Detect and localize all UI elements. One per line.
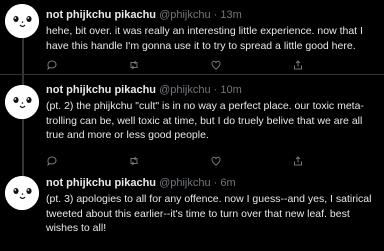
share-icon <box>294 60 302 70</box>
retweet-button[interactable] <box>128 155 140 167</box>
timestamp[interactable]: 6m <box>220 177 235 189</box>
tweet-text: hehe, bit over. it was really an interes… <box>46 25 363 52</box>
pikachu-avatar-icon <box>5 4 39 38</box>
like-icon <box>211 60 221 70</box>
retweet-icon <box>130 60 138 70</box>
tweet-actions <box>46 59 376 73</box>
display-name[interactable]: not phijkchu pikachu <box>46 177 156 189</box>
tweet-text: (pt. 2) the phijkchu "cult" is in no way… <box>46 100 364 141</box>
handle[interactable]: @phijkchu <box>159 84 211 96</box>
display-name[interactable]: not phijkchu pikachu <box>46 84 156 96</box>
avatar[interactable] <box>5 85 39 119</box>
tweet-actions <box>46 155 376 169</box>
reply-icon <box>47 156 57 167</box>
share-button[interactable] <box>292 59 304 71</box>
share-icon <box>294 156 302 166</box>
like-button[interactable] <box>210 155 222 167</box>
pikachu-avatar-icon <box>5 176 39 210</box>
tweet[interactable]: not phijkchu pikachu @phijkchu · 13m heh… <box>0 0 384 62</box>
reply-button[interactable] <box>46 155 58 167</box>
separator: · <box>213 177 218 189</box>
tweet-text: (pt. 3) apologies to all for any offence… <box>46 193 372 234</box>
reply-button[interactable] <box>46 59 58 71</box>
tweet[interactable]: not phijkchu pikachu @phijkchu · 6m (pt.… <box>0 168 384 251</box>
timestamp[interactable]: 10m <box>220 84 241 96</box>
tweet-header: not phijkchu pikachu @phijkchu · 6m <box>46 177 236 189</box>
avatar[interactable] <box>5 4 39 38</box>
tweet-header: not phijkchu pikachu @phijkchu · 13m <box>46 9 242 21</box>
tweet[interactable]: not phijkchu pikachu @phijkchu · 10m (pt… <box>0 78 384 164</box>
like-button[interactable] <box>210 59 222 71</box>
share-button[interactable] <box>292 155 304 167</box>
retweet-icon <box>130 156 138 166</box>
handle[interactable]: @phijkchu <box>159 177 211 189</box>
timestamp[interactable]: 13m <box>220 9 241 21</box>
separator: · <box>213 84 218 96</box>
reply-icon <box>47 60 57 71</box>
retweet-button[interactable] <box>128 59 140 71</box>
like-icon <box>211 156 221 166</box>
avatar[interactable] <box>5 176 39 210</box>
tweet-header: not phijkchu pikachu @phijkchu · 10m <box>46 84 242 96</box>
separator: · <box>213 9 218 21</box>
handle[interactable]: @phijkchu <box>159 9 211 21</box>
divider <box>0 74 384 75</box>
display-name[interactable]: not phijkchu pikachu <box>46 9 156 21</box>
pikachu-avatar-icon <box>5 85 39 119</box>
